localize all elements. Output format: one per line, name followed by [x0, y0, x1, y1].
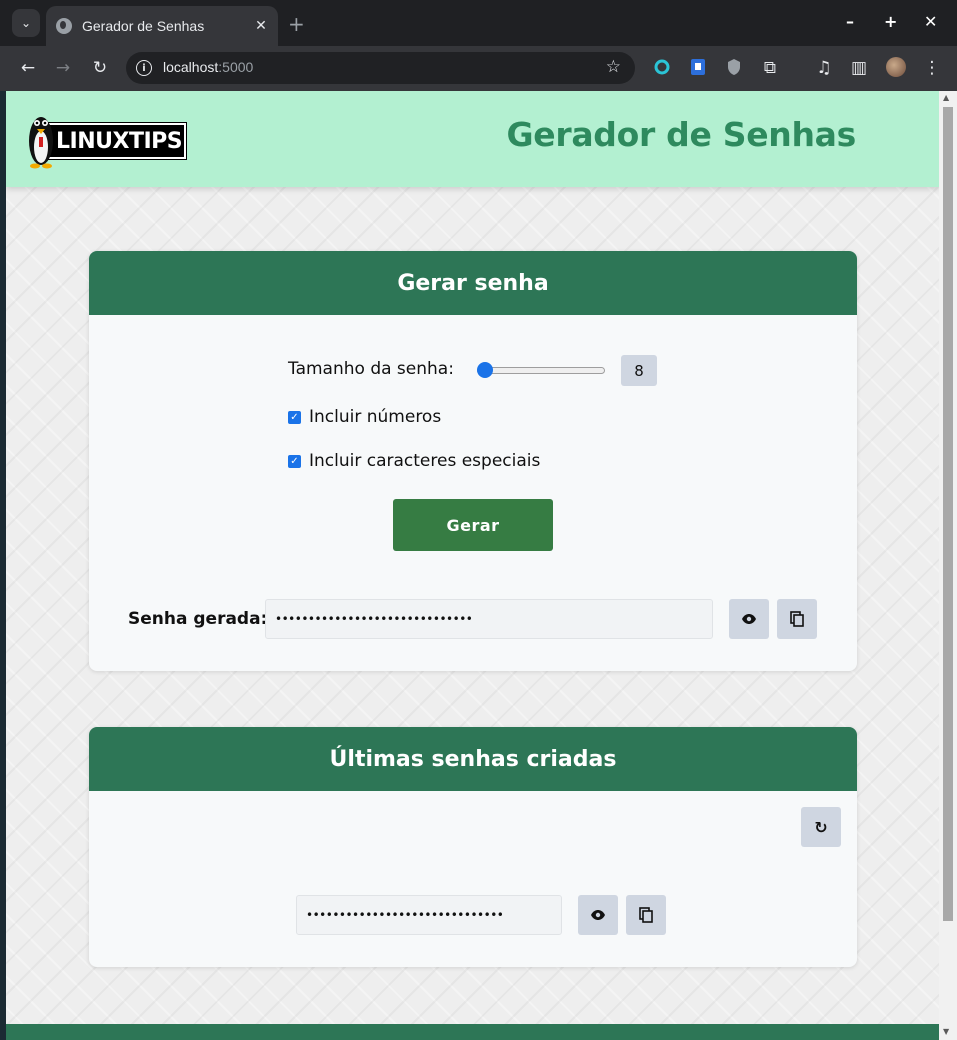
site-header: LINUXTIPS Gerador de Senhas: [6, 91, 939, 187]
extension-ring-icon[interactable]: [652, 57, 672, 77]
url-port: :5000: [218, 59, 254, 75]
slider-track[interactable]: [477, 367, 605, 374]
shield-icon[interactable]: [724, 57, 744, 77]
reload-icon[interactable]: ↻: [88, 56, 112, 80]
generated-password-field[interactable]: ••••••••••••••••••••••••••••••: [265, 599, 713, 639]
generator-card: Gerar senha Tamanho da senha: 8 ✓ Inclui…: [89, 251, 857, 671]
forward-icon[interactable]: →: [51, 56, 75, 80]
url-text: localhost:5000: [163, 59, 253, 75]
site-footer: [6, 1024, 939, 1040]
refresh-history-button[interactable]: ↻: [801, 807, 841, 847]
bitwarden-icon[interactable]: [688, 57, 708, 77]
generate-button[interactable]: Gerar: [393, 499, 553, 551]
media-control-icon[interactable]: ♫: [812, 56, 836, 80]
copy-icon: [790, 611, 804, 627]
length-label: Tamanho da senha:: [288, 359, 454, 379]
eye-icon: [591, 910, 605, 920]
browser-chrome: ⌄ Gerador de Senhas ✕ + – + ✕ ← → ↻ i lo…: [0, 0, 957, 91]
page-title: Gerador de Senhas: [506, 115, 856, 154]
show-password-button[interactable]: [729, 599, 769, 639]
site-info-icon[interactable]: i: [136, 60, 152, 76]
close-tab-icon[interactable]: ✕: [250, 18, 272, 34]
scroll-up-arrow[interactable]: ▲: [943, 93, 949, 102]
history-card: Últimas senhas criadas ↻ •••••••••••••••…: [89, 727, 857, 967]
tab-title: Gerador de Senhas: [82, 18, 205, 34]
browser-toolbar: ← → ↻ i localhost:5000 ☆ ⧉ ♫ ▥ ⋮: [0, 46, 957, 91]
copy-password-button[interactable]: [777, 599, 817, 639]
maximize-button[interactable]: +: [884, 12, 897, 31]
refresh-icon: ↻: [814, 817, 828, 837]
history-heading: Últimas senhas criadas: [89, 727, 857, 791]
browser-tab[interactable]: Gerador de Senhas ✕: [46, 6, 278, 46]
tab-strip: ⌄ Gerador de Senhas ✕ + – + ✕: [0, 0, 957, 46]
include-special-checkbox[interactable]: ✓: [288, 455, 301, 468]
logo-text: LINUXTIPS: [56, 129, 183, 154]
generator-heading: Gerar senha: [89, 251, 857, 315]
minimize-button[interactable]: –: [846, 12, 854, 31]
slider-knob[interactable]: [477, 362, 493, 378]
tab-search-button[interactable]: ⌄: [12, 9, 40, 37]
result-label: Senha gerada:: [128, 609, 268, 629]
globe-icon: [56, 18, 72, 34]
close-window-button[interactable]: ✕: [924, 12, 937, 31]
length-slider[interactable]: [477, 362, 605, 378]
profile-avatar[interactable]: [886, 57, 906, 77]
back-icon[interactable]: ←: [16, 56, 40, 80]
menu-kebab-icon[interactable]: ⋮: [920, 56, 944, 80]
extensions-puzzle-icon[interactable]: ⧉: [758, 56, 782, 80]
copy-history-password-button[interactable]: [626, 895, 666, 935]
include-numbers-checkbox[interactable]: ✓: [288, 411, 301, 424]
show-history-password-button[interactable]: [578, 895, 618, 935]
include-numbers-label: Incluir números: [309, 407, 442, 427]
side-panel-icon[interactable]: ▥: [847, 56, 871, 80]
length-value: 8: [621, 355, 657, 386]
eye-icon: [742, 614, 756, 624]
page-scrollbar[interactable]: ▲ ▼: [939, 91, 957, 1040]
scrollbar-thumb[interactable]: [943, 107, 953, 921]
copy-icon: [639, 907, 653, 923]
bookmark-star-icon[interactable]: ☆: [606, 57, 621, 77]
new-tab-button[interactable]: +: [288, 12, 305, 36]
scroll-down-arrow[interactable]: ▼: [943, 1027, 949, 1036]
history-password-field[interactable]: ••••••••••••••••••••••••••••••: [296, 895, 562, 935]
linuxtips-logo: LINUXTIPS: [24, 109, 187, 169]
include-special-label: Incluir caracteres especiais: [309, 451, 541, 471]
page-viewport: LINUXTIPS Gerador de Senhas Gerar senha …: [6, 91, 939, 1040]
address-bar[interactable]: i localhost:5000 ☆: [126, 52, 635, 84]
url-host: localhost: [163, 59, 219, 75]
penguin-icon: [29, 117, 53, 169]
